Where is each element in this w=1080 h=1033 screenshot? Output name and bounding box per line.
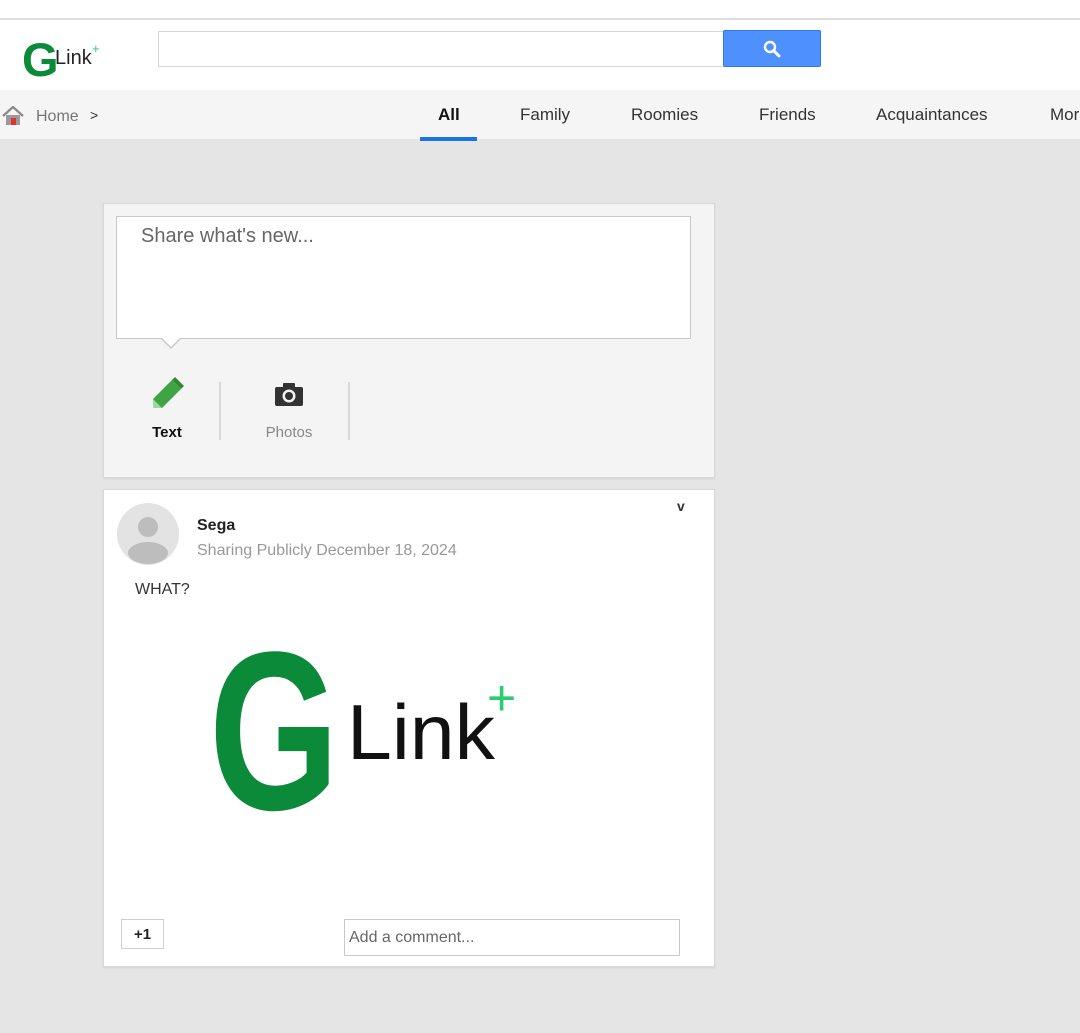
default-avatar-icon <box>128 517 168 564</box>
post-type-text[interactable]: Text <box>117 376 217 441</box>
search-input[interactable] <box>158 31 724 67</box>
active-tab-indicator <box>420 137 477 141</box>
post-author[interactable]: Sega <box>197 517 235 535</box>
tab-more[interactable]: Mor <box>1050 105 1079 125</box>
tab-roomies[interactable]: Roomies <box>631 105 698 125</box>
search-icon <box>763 40 781 57</box>
svg-text:Link: Link <box>55 47 93 69</box>
top-header: G Link + <box>0 0 1080 90</box>
svg-text:Link: Link <box>347 688 496 776</box>
post-menu-button[interactable]: v <box>677 498 685 514</box>
search-button[interactable] <box>723 30 821 67</box>
svg-text:G: G <box>22 34 59 80</box>
glink-logo[interactable]: G Link + <box>22 34 102 80</box>
svg-text:+: + <box>92 41 100 56</box>
post-type-text-label: Text <box>152 424 182 441</box>
breadcrumb-separator: > <box>90 107 99 123</box>
post-meta: Sharing Publicly December 18, 2024 <box>197 542 457 560</box>
top-divider <box>0 18 1080 20</box>
share-box-card: Text Photos <box>103 203 715 478</box>
home-icon[interactable] <box>2 105 24 127</box>
tab-acquaintances[interactable]: Acquaintances <box>876 105 988 125</box>
share-pointer-fill <box>161 337 181 347</box>
tab-all[interactable]: All <box>438 105 460 125</box>
post-type-divider <box>348 382 350 440</box>
post-type-divider <box>219 382 221 440</box>
share-input[interactable] <box>116 216 691 339</box>
avatar[interactable] <box>117 503 179 565</box>
post-visibility: Sharing Publicly <box>197 542 312 559</box>
post-date: December 18, 2024 <box>316 542 457 559</box>
post-type-photos-label: Photos <box>265 424 313 441</box>
post-card: Sega Sharing Publicly December 18, 2024 … <box>103 489 715 967</box>
post-text: WHAT? <box>135 581 190 598</box>
comment-input[interactable] <box>344 919 680 956</box>
tab-friends[interactable]: Friends <box>759 105 816 125</box>
plus-one-button[interactable]: +1 <box>121 919 164 949</box>
post-type-photos[interactable]: Photos <box>239 376 339 441</box>
tab-family[interactable]: Family <box>520 105 570 125</box>
post-image: G Link + <box>209 635 516 815</box>
svg-text:G: G <box>209 635 339 815</box>
circle-nav: Home > All Family Roomies Friends Acquai… <box>0 90 1080 140</box>
pencil-icon <box>153 377 184 408</box>
camera-icon <box>275 383 303 406</box>
svg-text:+: + <box>487 670 516 726</box>
breadcrumb-home[interactable]: Home <box>36 108 79 126</box>
